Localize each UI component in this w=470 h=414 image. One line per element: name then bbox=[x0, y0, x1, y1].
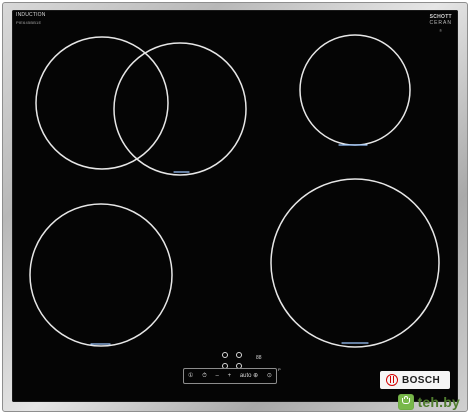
model-label: PIE645BB1E bbox=[16, 20, 42, 25]
cooktop-glass bbox=[12, 10, 458, 402]
registered-mark: ® bbox=[439, 28, 443, 33]
schott-ceran-label: SCHOTT CERAN ® bbox=[429, 14, 452, 34]
minus-icon: – bbox=[215, 373, 219, 379]
shopping-bag-icon bbox=[397, 394, 414, 410]
display-indicator: 88 bbox=[256, 355, 262, 361]
bosch-logo-icon bbox=[386, 374, 398, 386]
induction-label: INDUCTION bbox=[16, 12, 46, 18]
top-left-label: INDUCTION PIE645BB1E bbox=[16, 12, 46, 26]
tiny-mark: P bbox=[278, 367, 281, 372]
selector-dot-top-left bbox=[222, 352, 228, 358]
brand-badge: BOSCH bbox=[380, 371, 450, 389]
boost-icon: auto ⊕ bbox=[239, 373, 259, 379]
power-icon: ① bbox=[188, 373, 194, 379]
ceran-text: CERAN bbox=[429, 20, 452, 26]
selector-dot-top-right bbox=[236, 352, 242, 358]
control-strip: ① ⏱ – + auto ⊕ ⊙ bbox=[183, 368, 277, 384]
watermark-text: teh.by bbox=[417, 394, 460, 410]
brand-name: BOSCH bbox=[402, 374, 441, 386]
timer-icon: ⏱ bbox=[202, 373, 207, 379]
lock-icon: ⊙ bbox=[266, 373, 272, 379]
plus-icon: + bbox=[227, 373, 232, 379]
store-watermark: teh.by bbox=[397, 394, 460, 410]
